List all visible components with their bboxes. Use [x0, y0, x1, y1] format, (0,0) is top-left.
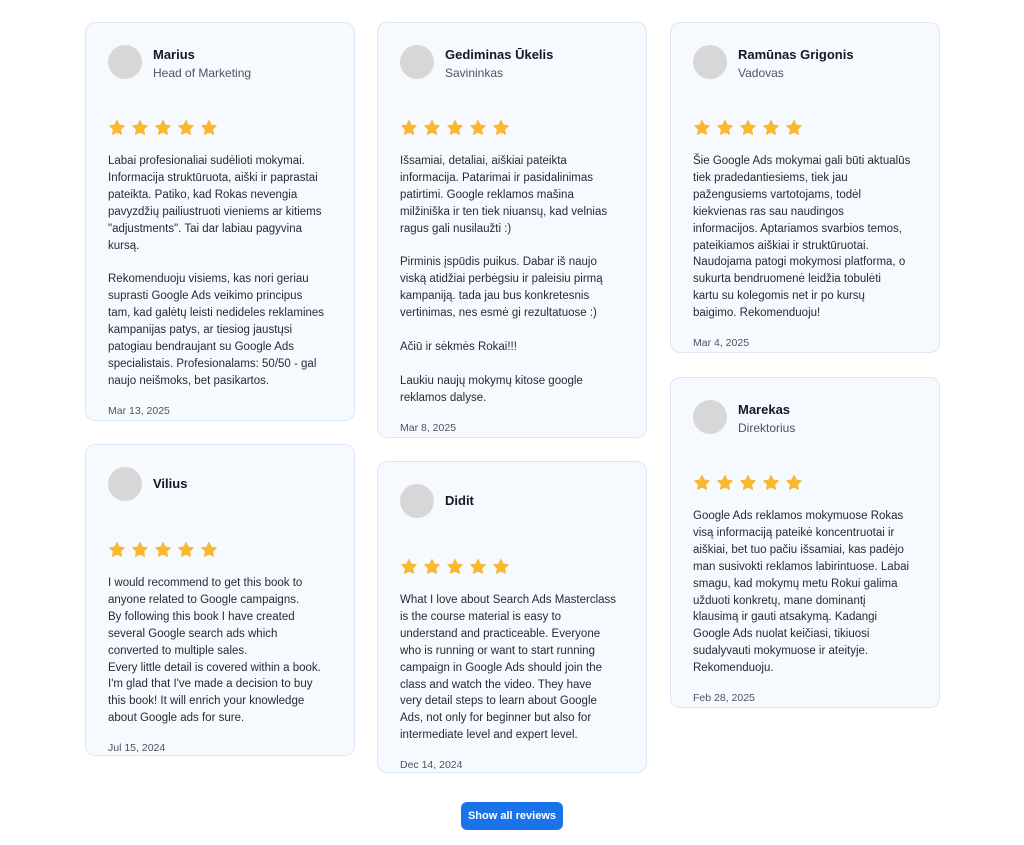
review-date: Dec 14, 2024 [400, 759, 463, 772]
review-card: Gediminas Ūkelis Savininkas Išsamiai, de… [377, 22, 647, 438]
review-text: Labai profesionaliai sudėlioti mokymai. … [108, 155, 325, 387]
review-card: Didit What I love about Search Ads Maste… [377, 461, 647, 773]
avatar [108, 467, 142, 501]
avatar [693, 400, 727, 434]
reviewer-name: Marius [153, 47, 195, 62]
star-icon [762, 474, 780, 492]
star-icon [423, 119, 441, 137]
star-rating [400, 558, 624, 576]
reviewer-name: Vilius [153, 476, 188, 491]
star-icon [739, 119, 757, 137]
star-rating [108, 119, 332, 137]
review-card: Marekas Direktorius Google Ads reklamos … [670, 377, 940, 708]
reviewer-role: Savininkas [445, 66, 504, 80]
star-icon [200, 119, 218, 137]
star-icon [400, 119, 418, 137]
reviewer-name: Gediminas Ūkelis [445, 47, 554, 62]
star-icon [446, 119, 464, 137]
reviewer-name: Ramūnas Grigonis [738, 47, 854, 62]
star-icon [200, 541, 218, 559]
review-text: Šie Google Ads mokymai gali būti aktualū… [693, 155, 911, 320]
star-icon [716, 119, 734, 137]
review-date: Mar 13, 2025 [108, 404, 170, 417]
star-icon [154, 119, 172, 137]
star-icon [108, 541, 126, 559]
star-rating [693, 474, 917, 492]
reviewer-name: Marekas [738, 402, 791, 417]
star-icon [739, 474, 757, 492]
star-icon [423, 558, 441, 576]
reviewer-role: Direktorius [738, 421, 796, 435]
reviewer-role: Head of Marketing [153, 66, 252, 80]
review-text: Google Ads reklamos mokymuose Rokas visą… [693, 510, 910, 675]
star-icon [446, 558, 464, 576]
star-icon [469, 119, 487, 137]
reviewer-role: Vadovas [738, 66, 784, 80]
star-rating [400, 119, 624, 137]
star-icon [400, 558, 418, 576]
review-text: What I love about Search Ads Masterclass… [400, 594, 617, 742]
review-text: I would recommend to get this book to an… [108, 577, 321, 725]
review-text: Išsamiai, detaliai, aiškiai pateikta inf… [400, 155, 608, 404]
avatar [108, 45, 142, 79]
show-all-reviews-button[interactable]: Show all reviews [461, 802, 563, 830]
star-icon [492, 119, 510, 137]
star-icon [762, 119, 780, 137]
star-icon [785, 474, 803, 492]
star-icon [693, 474, 711, 492]
star-icon [716, 474, 734, 492]
review-card: Marius Head of Marketing Labai profesion… [85, 22, 355, 421]
avatar [400, 484, 434, 518]
star-rating [108, 541, 332, 559]
review-date: Mar 4, 2025 [693, 337, 750, 350]
star-icon [785, 119, 803, 137]
star-icon [131, 541, 149, 559]
star-icon [693, 119, 711, 137]
review-date: Feb 28, 2025 [693, 692, 755, 705]
star-icon [177, 541, 195, 559]
star-icon [108, 119, 126, 137]
review-date: Mar 8, 2025 [400, 421, 457, 434]
avatar [400, 45, 434, 79]
star-icon [469, 558, 487, 576]
star-icon [131, 119, 149, 137]
star-icon [177, 119, 195, 137]
review-card: Ramūnas Grigonis Vadovas Šie Google Ads … [670, 22, 940, 353]
reviewer-name: Didit [445, 493, 474, 508]
review-date: Jul 15, 2024 [108, 742, 166, 755]
star-rating [693, 119, 917, 137]
star-icon [492, 558, 510, 576]
review-card: Vilius I would recommend to get this boo… [85, 444, 355, 756]
star-icon [154, 541, 172, 559]
avatar [693, 45, 727, 79]
